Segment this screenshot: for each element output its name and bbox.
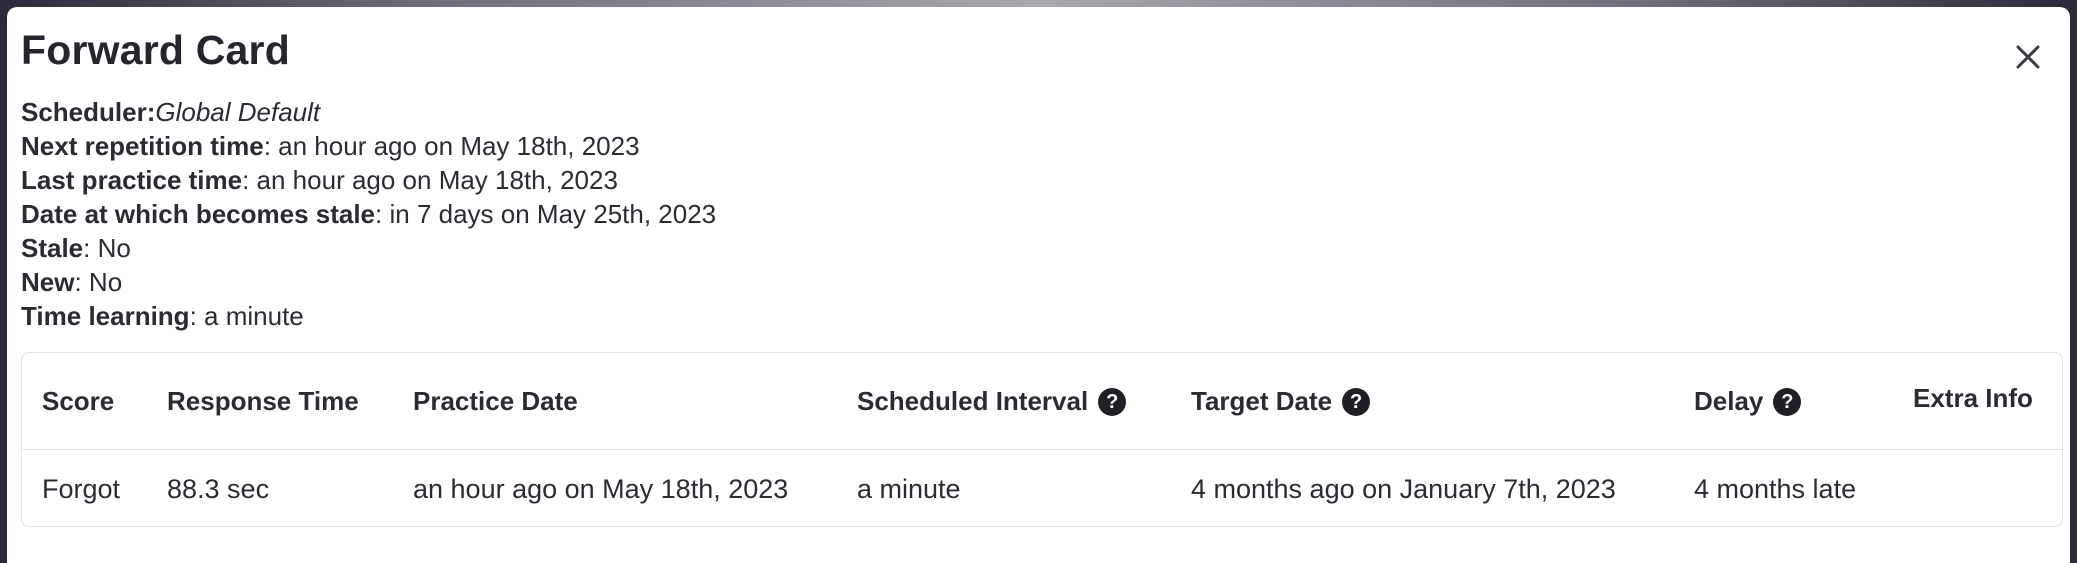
table-header-row: Score Response Time Practice Date Schedu… — [22, 353, 2062, 450]
last-practice-label: Last practice time — [21, 165, 243, 195]
history-table: Score Response Time Practice Date Schedu… — [21, 352, 2063, 527]
last-practice-row: Last practice time: an hour ago on May 1… — [21, 163, 716, 197]
header-extra-info: Extra Info — [1913, 383, 2033, 413]
header-delay-label: Delay — [1694, 386, 1764, 416]
delay-help-icon[interactable]: ? — [1773, 387, 1802, 416]
scheduled-interval-help-icon[interactable]: ? — [1098, 387, 1127, 416]
scheduler-row: Scheduler:Global Default — [21, 95, 716, 129]
header-delay: Delay ? — [1694, 353, 1802, 450]
cell-scheduled-interval: a minute — [857, 473, 961, 504]
close-icon — [2016, 45, 2040, 69]
stale-date-value: : in 7 days on May 25th, 2023 — [375, 199, 717, 229]
time-learning-label: Time learning — [21, 301, 190, 331]
scheduler-label: Scheduler: — [21, 97, 156, 127]
time-learning-value: : a minute — [189, 301, 304, 331]
stale-date-label: Date at which becomes stale — [21, 199, 376, 229]
new-value: : No — [74, 267, 123, 297]
cell-response-time: 88.3 sec — [167, 473, 270, 504]
next-repetition-row: Next repetition time: an hour ago on May… — [21, 129, 716, 163]
time-learning-row: Time learning: a minute — [21, 299, 716, 333]
next-repetition-label: Next repetition time — [21, 131, 264, 161]
stale-label: Stale — [21, 233, 84, 263]
close-button[interactable] — [2010, 39, 2046, 75]
header-scheduled-interval: Scheduled Interval ? — [857, 353, 1127, 450]
cell-practice-date: an hour ago on May 18th, 2023 — [413, 473, 789, 504]
next-repetition-value: : an hour ago on May 18th, 2023 — [263, 131, 640, 161]
last-practice-value: : an hour ago on May 18th, 2023 — [242, 165, 618, 195]
target-date-help-icon[interactable]: ? — [1342, 387, 1371, 416]
scheduler-value: Global Default — [155, 97, 321, 127]
header-target-date: Target Date ? — [1191, 353, 1371, 450]
new-row: New: No — [21, 265, 716, 299]
table-row: Forgot 88.3 sec an hour ago on May 18th,… — [22, 450, 2062, 526]
header-scheduled-interval-label: Scheduled Interval — [857, 386, 1089, 416]
header-response-time: Response Time — [167, 386, 359, 416]
cell-score: Forgot — [42, 473, 121, 504]
stale-row: Stale: No — [21, 231, 716, 265]
dialog-title: Forward Card — [21, 27, 290, 73]
header-target-date-label: Target Date — [1191, 386, 1333, 416]
card-info: Scheduler:Global Default Next repetition… — [21, 95, 716, 333]
forward-card-dialog: Forward Card Scheduler:Global Default Ne… — [7, 7, 2070, 563]
header-score: Score — [42, 386, 115, 416]
cell-target-date: 4 months ago on January 7th, 2023 — [1191, 473, 1616, 504]
new-label: New — [21, 267, 75, 297]
stale-value: : No — [83, 233, 131, 263]
header-practice-date: Practice Date — [413, 386, 578, 416]
cell-delay: 4 months late — [1694, 473, 1857, 504]
stale-date-row: Date at which becomes stale: in 7 days o… — [21, 197, 716, 231]
